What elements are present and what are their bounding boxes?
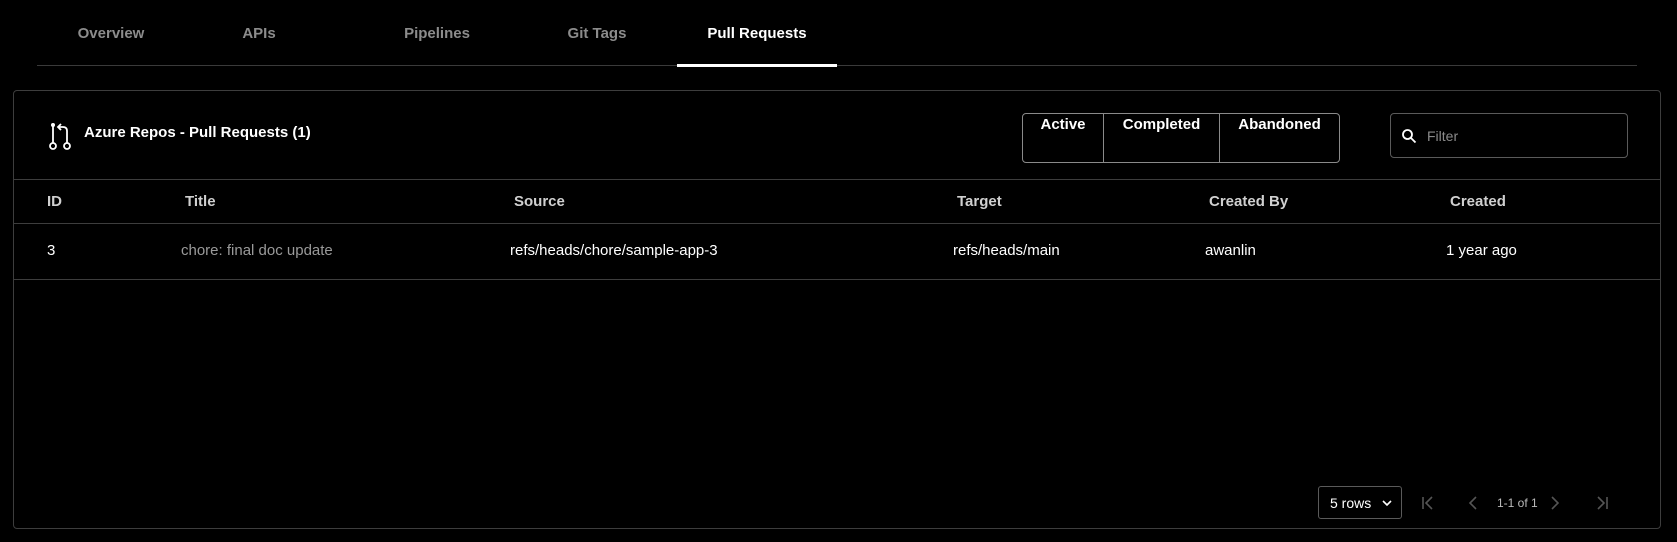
- cell-target: refs/heads/main: [953, 242, 1060, 259]
- tab-apis[interactable]: APIs: [185, 0, 333, 66]
- next-page-icon[interactable]: [1546, 494, 1564, 512]
- column-header-created[interactable]: Created: [1450, 193, 1506, 210]
- pull-requests-card: Azure Repos - Pull Requests (1) Active C…: [13, 90, 1661, 529]
- status-active-button[interactable]: Active: [1023, 114, 1104, 162]
- last-page-icon[interactable]: [1593, 494, 1611, 512]
- cell-id: 3: [47, 242, 56, 259]
- filter-field[interactable]: [1390, 113, 1628, 158]
- filter-input[interactable]: [1427, 127, 1607, 144]
- cell-source: refs/heads/chore/sample-app-3: [510, 242, 718, 259]
- rows-per-page-value: 5 rows: [1330, 494, 1372, 511]
- cell-title[interactable]: chore: final doc update: [181, 242, 333, 259]
- column-header-id[interactable]: ID: [47, 193, 62, 210]
- cell-created-by: awanlin: [1205, 242, 1256, 259]
- column-header-title[interactable]: Title: [185, 193, 216, 210]
- column-header-target[interactable]: Target: [957, 193, 1002, 210]
- tab-overview[interactable]: Overview: [37, 0, 185, 66]
- search-icon: [1402, 128, 1417, 143]
- chevron-down-icon: [1382, 500, 1392, 507]
- card-header: Azure Repos - Pull Requests (1) Active C…: [14, 91, 1660, 180]
- status-toggle-group: Active Completed Abandoned: [1022, 113, 1340, 163]
- status-completed-button[interactable]: Completed: [1104, 114, 1220, 162]
- page-range-info: 1-1 of 1: [1497, 496, 1538, 510]
- tab-git-tags[interactable]: Git Tags: [523, 0, 671, 66]
- first-page-icon[interactable]: [1419, 494, 1437, 512]
- pull-request-icon: [49, 123, 71, 150]
- card-title: Azure Repos - Pull Requests (1): [84, 124, 311, 141]
- tab-pull-requests[interactable]: Pull Requests: [677, 0, 837, 67]
- table-row[interactable]: 3 chore: final doc update refs/heads/cho…: [14, 224, 1660, 280]
- pagination: 5 rows 1-1 of 1: [14, 486, 1660, 520]
- status-abandoned-button[interactable]: Abandoned: [1220, 114, 1339, 162]
- previous-page-icon[interactable]: [1464, 494, 1482, 512]
- column-header-source[interactable]: Source: [514, 193, 565, 210]
- column-header-created-by[interactable]: Created By: [1209, 193, 1288, 210]
- cell-created: 1 year ago: [1446, 242, 1517, 259]
- table-header: ID Title Source Target Created By Create…: [14, 180, 1660, 224]
- rows-per-page-select[interactable]: 5 rows: [1318, 486, 1402, 519]
- tab-pipelines[interactable]: Pipelines: [363, 0, 511, 66]
- tab-bar: Overview APIs Pipelines Git Tags Pull Re…: [37, 0, 1637, 67]
